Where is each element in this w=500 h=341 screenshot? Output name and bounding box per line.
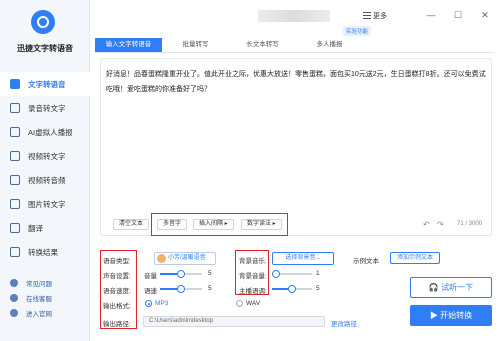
redo-icon[interactable]: ↷	[437, 220, 444, 229]
speed-slider[interactable]	[160, 285, 202, 293]
mp3-radio[interactable]	[145, 300, 152, 307]
listen-button[interactable]: 🎧 试听一下	[410, 277, 492, 298]
convert-label: 开始转换	[440, 311, 473, 320]
sidebar-item-label: 文字转语音	[28, 79, 66, 89]
editor-text[interactable]: 好消息！品春蛋糕隆重开业了。值此开业之际，优惠大放送！零售蛋糕，面包买10元送2…	[106, 67, 486, 97]
sidebar-item-label: 视频转文字	[28, 151, 66, 161]
tab-long-text[interactable]: 长文本转写	[229, 38, 296, 52]
app-logo-icon	[31, 10, 55, 34]
voice-avatar	[157, 254, 166, 263]
slider-knob[interactable]	[272, 270, 280, 278]
undo-icon[interactable]: ↶	[423, 220, 430, 229]
sidebar-item-ai-avatar[interactable]: AI虚拟人播报	[0, 120, 90, 144]
support-icon	[10, 293, 18, 302]
output-path-field[interactable]: C:\Users\admin\desktop	[143, 316, 325, 327]
change-path-link[interactable]: 更改路径	[331, 318, 357, 328]
website-icon	[10, 308, 18, 317]
speed-value: 5	[208, 285, 212, 292]
add-sample-button[interactable]: 添加示例文本	[390, 252, 440, 264]
sidebar-links: 常见问题 在线客服 进入官网	[0, 275, 90, 320]
slider-knob[interactable]	[177, 270, 185, 278]
text-editor[interactable]: 好消息！品春蛋糕隆重开业了。值此开业之际，优惠大放送！零售蛋糕，面包买10元送2…	[100, 58, 492, 236]
link-faq[interactable]: 常见问题	[0, 275, 90, 290]
sidebar-item-label: 图片转文字	[28, 199, 66, 209]
voice-select-button[interactable]: 小芳/温暖语音	[154, 252, 216, 265]
main-volume-slider[interactable]	[272, 285, 312, 293]
image-text-icon	[10, 199, 20, 209]
sidebar-item-label: 转换结果	[28, 247, 58, 257]
char-counter: 71 / 3000	[457, 221, 483, 227]
choose-bgm-button[interactable]: 选择背景音...	[272, 252, 334, 265]
tab-input-text[interactable]: 输入文字转语音	[95, 38, 162, 52]
link-label: 常见问题	[26, 280, 52, 288]
maximize-button[interactable]: ☐	[451, 8, 465, 22]
video-text-icon	[10, 151, 20, 161]
link-support[interactable]: 在线客服	[0, 290, 90, 305]
headphones-icon: 🎧	[428, 283, 442, 292]
link-website[interactable]: 进入官网	[0, 305, 90, 320]
lab-feature-chip: 实验功能	[343, 26, 372, 36]
sidebar-item-label: 录音转文字	[28, 103, 66, 113]
menu-icon[interactable]	[363, 12, 371, 19]
sidebar-nav: 文字转语音 录音转文字 AI虚拟人播报 视频转文字 视频转音频 图片转文字 翻译…	[0, 72, 90, 264]
voice-name: 小芳/温暖语音	[168, 255, 206, 261]
tab-multi-speaker[interactable]: 多人播报	[296, 38, 363, 52]
sidebar-item-recording-to-text[interactable]: 录音转文字	[0, 96, 90, 120]
close-button[interactable]: ✕	[478, 8, 492, 22]
sidebar-item-translate[interactable]: 翻译	[0, 216, 90, 240]
sidebar-item-video-to-audio[interactable]: 视频转音频	[0, 168, 90, 192]
sidebar-item-label: 翻译	[28, 223, 43, 233]
listen-label: 试听一下	[441, 283, 474, 292]
sidebar-item-label: 视频转音频	[28, 175, 66, 185]
volume-sub-label: 音量	[144, 273, 157, 280]
link-label: 在线客服	[26, 295, 52, 303]
tab-batch[interactable]: 批量转写	[162, 38, 229, 52]
result-icon	[10, 247, 20, 257]
text-to-speech-icon	[10, 79, 20, 89]
clear-text-button[interactable]: 清空文本	[113, 219, 150, 230]
highlight-settings-labels-box	[100, 250, 137, 329]
minimize-button[interactable]: —	[424, 8, 438, 22]
slider-knob[interactable]	[177, 285, 185, 293]
mp3-label: MP3	[155, 300, 169, 307]
highlight-bgm-box	[235, 250, 269, 295]
translate-icon	[10, 223, 20, 233]
wav-label: WAV	[246, 300, 261, 307]
volume-value: 5	[208, 270, 212, 277]
help-icon	[10, 278, 18, 287]
bgm-volume-slider[interactable]	[272, 270, 312, 278]
sidebar-item-image-to-text[interactable]: 图片转文字	[0, 192, 90, 216]
ai-avatar-icon	[10, 127, 20, 137]
sidebar-item-video-to-text[interactable]: 视频转文字	[0, 144, 90, 168]
main-volume-value: 5	[316, 285, 320, 292]
speed-sub-label: 语速	[144, 288, 157, 295]
volume-slider[interactable]	[160, 270, 202, 278]
app-name: 迅捷文字转语音	[17, 44, 73, 53]
bgm-volume-value: 1	[316, 270, 320, 277]
wav-radio[interactable]	[236, 300, 243, 307]
sidebar-item-results[interactable]: 转换结果	[0, 240, 90, 264]
play-icon: ▶	[429, 311, 441, 320]
mode-tabs: 输入文字转语音 批量转写 长文本转写 多人播报	[95, 38, 495, 53]
highlight-toolbar-box	[151, 213, 288, 236]
video-audio-icon	[10, 175, 20, 185]
link-label: 进入官网	[26, 310, 52, 318]
sidebar-item-text-to-speech[interactable]: 文字转语音	[0, 72, 90, 96]
blurred-account-area	[258, 10, 330, 22]
convert-button[interactable]: ▶ 开始转换	[410, 305, 492, 326]
sample-text-label: 示例文本	[353, 258, 379, 265]
recording-icon	[10, 103, 20, 113]
sidebar-item-label: AI虚拟人播报	[28, 127, 73, 137]
more-menu[interactable]: 更多	[373, 11, 387, 21]
slider-knob[interactable]	[288, 285, 296, 293]
sidebar: 迅捷文字转语音 文字转语音 录音转文字 AI虚拟人播报 视频转文字 视频转音频 …	[0, 0, 90, 341]
